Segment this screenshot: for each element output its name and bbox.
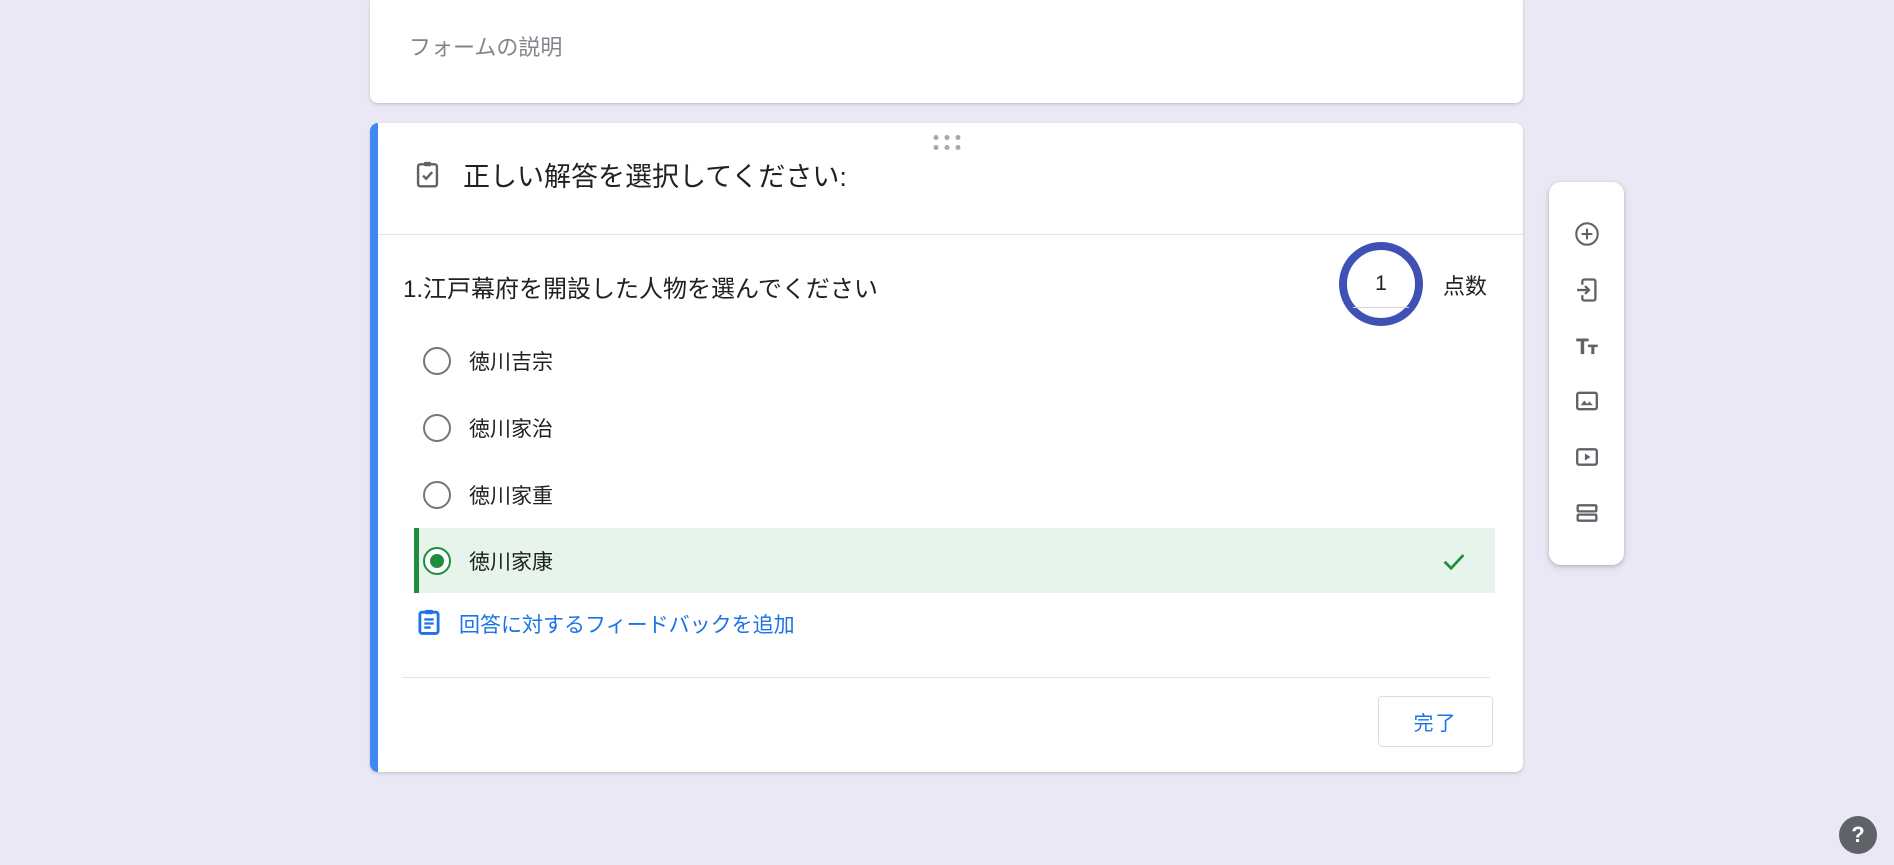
add-section-button[interactable] [1573, 499, 1601, 527]
option-row[interactable]: 徳川家治 [414, 395, 1495, 460]
correct-answer-check-icon [1439, 546, 1469, 576]
feedback-clipboard-icon [415, 608, 443, 641]
option-row[interactable]: 徳川家重 [414, 462, 1495, 527]
option-label: 徳川家康 [469, 546, 553, 576]
question-text[interactable]: 1.江戸幕府を開設した人物を選んでください [403, 275, 878, 305]
option-label: 徳川家治 [469, 413, 553, 443]
option-label: 徳川家重 [469, 480, 553, 510]
footer-divider [402, 677, 1490, 678]
points-label: 点数 [1443, 273, 1487, 301]
add-image-button[interactable] [1573, 387, 1601, 415]
active-card-accent-bar [370, 123, 378, 772]
points-input[interactable]: 1 [1339, 242, 1423, 326]
radio-checked-icon[interactable] [423, 547, 451, 575]
add-feedback-label: 回答に対するフィードバックを追加 [459, 609, 795, 639]
add-feedback-link[interactable]: 回答に対するフィードバックを追加 [415, 610, 795, 638]
option-row-correct-answer[interactable]: 徳川家康 [414, 528, 1495, 593]
import-questions-icon [1573, 276, 1601, 304]
import-questions-button[interactable] [1573, 276, 1601, 304]
add-question-button[interactable] [1573, 220, 1601, 248]
text-Tt-icon [1573, 332, 1601, 360]
add-title-description-button[interactable] [1573, 332, 1601, 360]
radio-icon[interactable] [423, 347, 451, 375]
section-icon [1573, 499, 1601, 527]
help-button[interactable]: ? [1839, 816, 1877, 854]
answer-key-header: 正しい解答を選択してください: [413, 159, 847, 195]
clipboard-check-icon [413, 160, 442, 194]
radio-icon[interactable] [423, 414, 451, 442]
option-label: 徳川吉宗 [469, 346, 553, 376]
answer-key-title: 正しい解答を選択してください: [463, 159, 847, 195]
radio-icon[interactable] [423, 481, 451, 509]
header-divider [378, 234, 1523, 235]
points-value[interactable]: 1 [1375, 272, 1387, 296]
form-description-card: フォームの説明 [370, 0, 1523, 103]
form-description-field[interactable]: フォームの説明 [409, 30, 562, 62]
video-icon [1573, 443, 1601, 471]
plus-circle-icon [1573, 220, 1601, 248]
option-row[interactable]: 徳川吉宗 [414, 328, 1495, 393]
done-button[interactable]: 完了 [1378, 696, 1493, 747]
add-video-button[interactable] [1573, 443, 1601, 471]
points-input-underline [1353, 307, 1409, 308]
side-toolbar [1549, 182, 1624, 565]
image-icon [1573, 387, 1601, 415]
question-card: 正しい解答を選択してください: 1.江戸幕府を開設した人物を選んでください 1 … [370, 123, 1523, 772]
drag-handle-icon[interactable] [933, 135, 960, 150]
